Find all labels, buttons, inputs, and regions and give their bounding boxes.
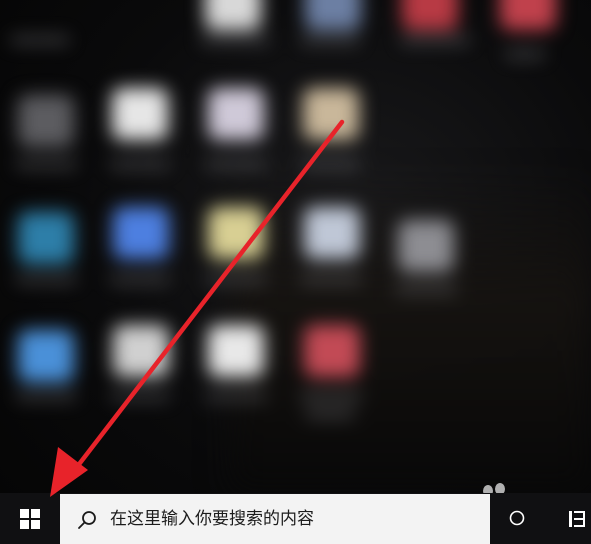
desktop-icons-area [0, 0, 591, 492]
desktop-icon-label [205, 275, 267, 283]
desktop-icon[interactable] [18, 95, 74, 147]
desktop-icon[interactable] [208, 207, 264, 259]
desktop-icon-label [300, 392, 362, 400]
desktop-icon-label [15, 392, 77, 400]
desktop-icon-label [305, 410, 355, 418]
desktop-icon[interactable] [208, 88, 264, 140]
desktop-icon-label [200, 36, 270, 44]
desktop-icon-label [300, 275, 362, 283]
desktop-icon[interactable] [500, 0, 556, 30]
desktop-icon-label [15, 160, 77, 168]
search-icon [78, 511, 96, 529]
desktop-icon[interactable] [18, 330, 74, 382]
desktop-icon-label [205, 392, 267, 400]
desktop-icon-label [300, 36, 360, 44]
desktop-icon-label [505, 50, 545, 58]
desktop-icon[interactable] [305, 0, 361, 30]
desktop-screen: Bai 经验 在这里输入你要搜索的内容 [0, 0, 591, 544]
desktop-icon[interactable] [303, 88, 359, 140]
taskbar-search-box[interactable]: 在这里输入你要搜索的内容 [60, 494, 490, 544]
desktop-icon-label [400, 36, 470, 44]
desktop-icon[interactable] [402, 0, 458, 30]
start-button[interactable] [0, 493, 60, 544]
taskbar-app-icon[interactable] [567, 509, 587, 529]
desktop-icon-label [110, 275, 170, 283]
desktop-icon[interactable] [112, 88, 168, 140]
desktop-icon-label [10, 36, 70, 44]
desktop-icon-label [110, 160, 170, 168]
search-placeholder: 在这里输入你要搜索的内容 [110, 509, 314, 529]
desktop-icon[interactable] [304, 325, 360, 377]
task-view-icon[interactable] [508, 509, 526, 527]
desktop-icon-label [395, 285, 457, 293]
taskbar: 在这里输入你要搜索的内容 [0, 493, 591, 544]
desktop-icon-label [300, 160, 360, 168]
desktop-icon[interactable] [208, 325, 264, 377]
desktop-icon[interactable] [398, 220, 454, 272]
windows-logo-icon [20, 508, 40, 529]
desktop-icon[interactable] [304, 207, 360, 259]
desktop-icon[interactable] [205, 0, 261, 30]
desktop-icon-label [110, 392, 170, 400]
desktop-icon[interactable] [18, 212, 74, 264]
desktop-icon-label [205, 160, 267, 168]
desktop-icon[interactable] [113, 325, 169, 377]
wallpaper-horizon [230, 170, 591, 492]
desktop-icon[interactable] [113, 207, 169, 259]
desktop-icon-label [15, 275, 77, 283]
